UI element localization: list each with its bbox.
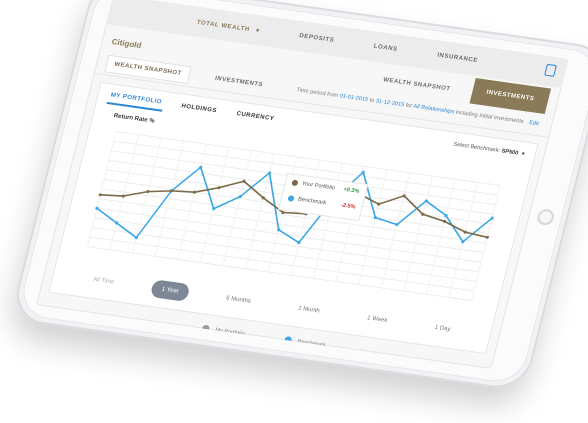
chevron-down-icon: ▾ (255, 27, 261, 34)
grid-line-vertical (86, 131, 117, 247)
portfolio-point (146, 189, 150, 194)
range-1-month[interactable]: 1 Month (286, 298, 332, 321)
legend-benchmark-value: -2.5% (340, 202, 357, 211)
legend-your-portfolio-value: +0.3% (342, 186, 360, 195)
date-to-link[interactable]: 31-12-2015 (375, 98, 405, 108)
time-period-to-word: to (368, 97, 375, 105)
nav-deposits[interactable]: DEPOSITS (291, 26, 342, 50)
grid-line-vertical (380, 172, 411, 288)
app-screen: TOTAL WEALTH ▾ DEPOSITS LOANS INSURANCE … (35, 0, 569, 370)
initial-investments-text: Initial Investments (478, 112, 525, 126)
portfolio-point (121, 194, 125, 198)
edit-link[interactable]: Edit (528, 120, 539, 127)
grid-line-horizontal (94, 217, 479, 273)
portfolio-point (485, 235, 489, 239)
range-1-year[interactable]: 1 Year (149, 279, 191, 302)
grid-line-vertical (222, 150, 253, 266)
tab-my-portfolio[interactable]: MY PORTFOLIO (106, 88, 166, 112)
tablet-device: TOTAL WEALTH ▾ DEPOSITS LOANS INSURANCE … (9, 0, 588, 392)
date-from-link[interactable]: 01-01-2015 (339, 93, 369, 103)
range-6-months[interactable]: 6 Months (214, 288, 263, 312)
chevron-down-icon: ▾ (520, 151, 526, 158)
time-period-prefix: Time period from (295, 87, 339, 99)
grid-line-vertical (109, 134, 140, 250)
time-period-including-word: including (455, 109, 479, 119)
grid-line-vertical (245, 153, 275, 269)
relationships-link[interactable]: All Relationships (413, 104, 455, 116)
range-1-week[interactable]: 1 Week (355, 308, 399, 331)
legend-your-portfolio-label: Your Portfolio (301, 180, 336, 192)
benchmark-selector[interactable]: Select Benchmark: SP500 ▾ (453, 142, 525, 158)
nav-loans[interactable]: LOANS (366, 37, 406, 60)
total-wealth-dropdown[interactable]: TOTAL WEALTH ▾ (189, 12, 268, 41)
benchmark-value: SP500 (500, 148, 519, 157)
grid-line-vertical (471, 185, 501, 301)
time-period-for-word: for (404, 102, 413, 110)
grid-line-vertical (177, 144, 207, 260)
grid-line-vertical (154, 140, 185, 257)
legend-benchmark-label: Benchmark (297, 196, 327, 207)
nav-insurance[interactable]: INSURANCE (429, 46, 486, 71)
range-1-day[interactable]: 1 Day (423, 318, 463, 341)
tab-currency[interactable]: CURRENCY (233, 107, 278, 127)
portfolio-point (192, 190, 197, 194)
range-all-time[interactable]: All Time (81, 270, 126, 293)
total-wealth-label: TOTAL WEALTH (196, 19, 251, 33)
grid-line-horizontal (96, 207, 482, 263)
grid-line-vertical (448, 182, 479, 298)
portfolio-point (98, 193, 102, 197)
tab-holdings[interactable]: HOLDINGS (178, 99, 221, 118)
benchmark-label: Select Benchmark: (452, 141, 501, 155)
grid-line-vertical (425, 179, 456, 295)
grid-line-vertical (199, 147, 230, 263)
grid-line-vertical (403, 175, 433, 292)
portfolio-point (217, 186, 221, 190)
benchmark-dot-icon (287, 195, 295, 202)
portfolio-dot-icon (291, 179, 299, 187)
stage: TOTAL WEALTH ▾ DEPOSITS LOANS INSURANCE … (0, 0, 588, 423)
